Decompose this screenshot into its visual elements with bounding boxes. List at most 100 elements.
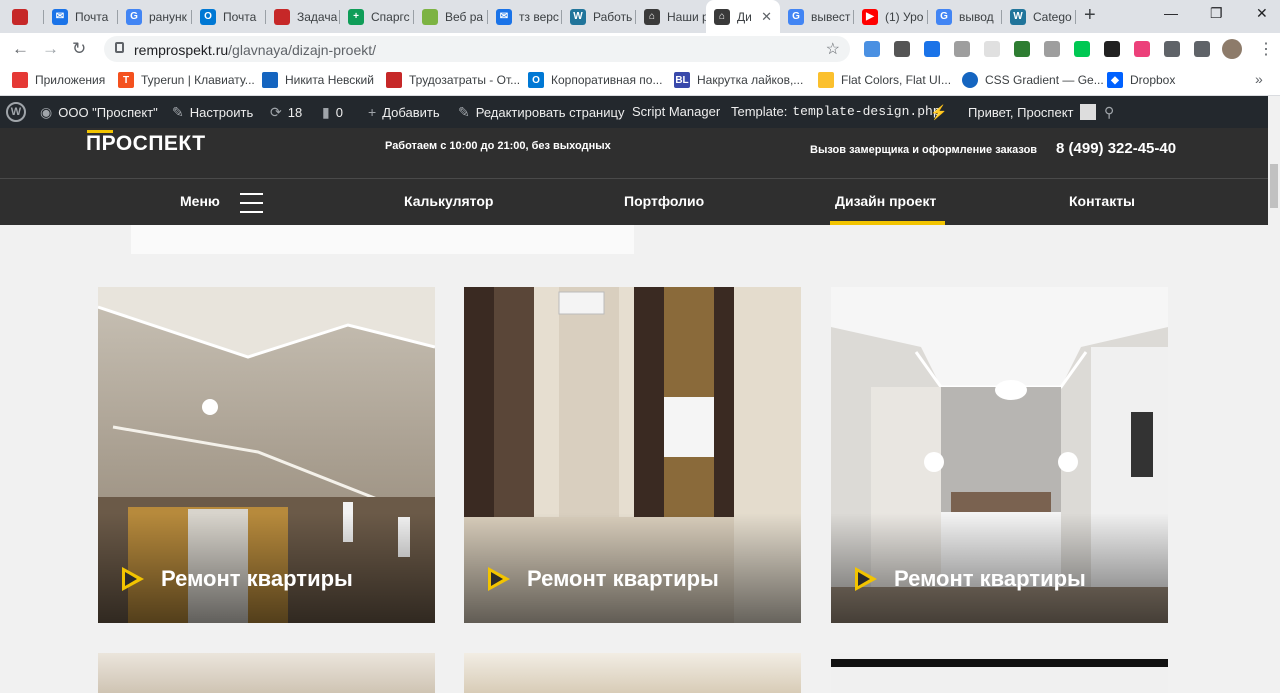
tab-label: Ди [737, 9, 752, 24]
tab-label: тз верс [519, 9, 559, 24]
outlook-icon: O [200, 8, 216, 25]
tab-3[interactable]: O Почта [192, 4, 266, 29]
nav-menu-label[interactable]: Меню [180, 193, 220, 209]
mail-icon: ✉ [52, 8, 68, 25]
nav-portfolio[interactable]: Портфолио [624, 193, 704, 209]
hamburger-icon[interactable] [240, 193, 263, 220]
page-scrollbar[interactable] [1268, 96, 1280, 693]
google-icon: G [788, 8, 804, 25]
back-arrow-icon[interactable]: ← [12, 39, 29, 59]
tab-label: ранунк [149, 9, 187, 24]
extension-grid-icon[interactable] [984, 41, 1000, 57]
forward-arrow-icon[interactable]: → [42, 39, 59, 59]
tab-1[interactable]: ✉ Почта [44, 4, 118, 29]
puzzle-icon[interactable] [1164, 41, 1180, 57]
nav-contacts[interactable]: Контакты [1069, 193, 1135, 209]
tab-4[interactable]: Задача [266, 4, 340, 29]
bookmark-trudozatraty[interactable]: Трудозатраты - От... [386, 72, 520, 88]
reload-icon[interactable]: ↻ [72, 39, 86, 59]
maximize-button[interactable]: ❐ [1210, 5, 1223, 22]
wp-add-new-link[interactable]: + Добавить [368, 104, 440, 120]
nav-calculator[interactable]: Калькулятор [404, 193, 493, 209]
wp-script-manager-link[interactable]: Script Manager [632, 104, 720, 119]
wp-comments-link[interactable]: ▮ 0 [322, 104, 343, 121]
typerun-icon: T [118, 72, 134, 88]
wp-script-manager-label: Script Manager [632, 104, 721, 119]
wp-template-info[interactable]: Template: template-design.php [731, 104, 941, 119]
wp-customize-link[interactable]: ✎ Настроить [172, 104, 253, 121]
wp-search-icon[interactable]: ⚲ [1104, 104, 1120, 121]
wp-edit-page-link[interactable]: ✎ Редактировать страницу [458, 104, 624, 121]
tab-5[interactable]: + Спаргс [340, 4, 414, 29]
tab-label: Задача [297, 9, 338, 24]
tab-active[interactable]: ⌂ Ди ✕ [706, 0, 780, 33]
tab-11[interactable]: Gвывест [780, 4, 854, 29]
minimize-button[interactable]: — [1164, 5, 1178, 21]
tab-14[interactable]: W Catego [1002, 4, 1076, 29]
tab-0[interactable] [4, 4, 44, 29]
cart-icon[interactable] [924, 41, 940, 57]
color-ext-icon[interactable] [1134, 41, 1150, 57]
extension-v-icon[interactable] [864, 41, 880, 57]
site-logo[interactable]: ПРОСПЕКТ [86, 130, 206, 156]
bookmark-nikita[interactable]: Никита Невский [262, 72, 374, 88]
wordpress-icon: W [570, 8, 586, 25]
header-line-cropped: — — — — — — — — — — — — — — — — — — [385, 128, 635, 132]
bookmark-flatcolors[interactable]: Flat Colors, Flat UI... [818, 72, 951, 88]
tab-9[interactable]: ⌂ Наши р [636, 4, 706, 29]
close-tab-icon[interactable]: ✕ [761, 9, 772, 25]
portfolio-card[interactable]: Ремонт квартиры [831, 287, 1168, 623]
bookmark-star-icon[interactable]: ☆ [826, 39, 840, 59]
profile-avatar[interactable] [1222, 39, 1242, 59]
tab-8[interactable]: W Работь [562, 4, 636, 29]
media-queue-icon[interactable] [1194, 41, 1210, 57]
ceiling-light-strip [831, 659, 1168, 667]
phone-number[interactable]: 8 (499) 322-45-40 [1056, 140, 1176, 157]
tab-label: Работь [593, 9, 633, 24]
address-bar[interactable]: remprospekt.ru/glavnaya/dizajn-proekt/ ☆ [104, 36, 850, 62]
bookmark-cssgradient[interactable]: CSS Gradient — Ge... [962, 72, 1104, 88]
updates-icon: ⟳ [270, 104, 282, 120]
wp-account-menu[interactable]: Привет, Проспект [968, 104, 1096, 120]
tab-label: (1) Уро [885, 9, 924, 24]
tab-6[interactable]: Веб ра [414, 4, 488, 29]
bookmark-apps[interactable]: Приложения [12, 72, 105, 88]
bookmark-label: CSS Gradient — Ge... [985, 73, 1104, 87]
extension-leaf-icon[interactable] [894, 41, 910, 57]
bookmark-corporate[interactable]: O Корпоративная по... [528, 72, 662, 88]
more-bookmarks-icon[interactable]: » [1255, 71, 1263, 87]
portfolio-card[interactable]: Ремонт квартиры [464, 287, 801, 623]
wordpress-logo-icon[interactable]: W [6, 102, 26, 122]
new-tab-button[interactable]: + [1084, 4, 1096, 27]
bookmark-typerun[interactable]: T Typerun | Клавиату... [118, 72, 255, 88]
portfolio-card-row2[interactable] [464, 653, 801, 693]
bookmark-likes[interactable]: BL Накрутка лайков,... [674, 72, 803, 88]
card-caption: Ремонт квартиры [122, 566, 353, 592]
portfolio-card-row2[interactable] [831, 653, 1168, 693]
portfolio-card[interactable]: Ремонт квартиры [98, 287, 435, 623]
play-arrow-icon [488, 567, 510, 591]
tab-12[interactable]: ▶ (1) Уро [854, 4, 928, 29]
wp-updates-link[interactable]: ⟳ 18 [270, 104, 302, 121]
refresh-ext-icon[interactable] [1074, 41, 1090, 57]
tab-7[interactable]: ✉ тз верс [488, 4, 562, 29]
scrollbar-thumb[interactable] [1270, 164, 1278, 208]
dropbox-icon: ◆ [1107, 72, 1123, 88]
portfolio-card-row2[interactable] [98, 653, 435, 693]
bookmark-label: Flat Colors, Flat UI... [841, 73, 952, 87]
wp-performance-icon[interactable]: ⚡ [930, 104, 953, 121]
menu-kebab-icon[interactable]: ⋮ [1258, 39, 1274, 59]
tab-label: Почта [75, 9, 109, 24]
extension-v2-icon[interactable] [954, 41, 970, 57]
evernote-icon[interactable] [1014, 41, 1030, 57]
close-window-button[interactable]: ✕ [1256, 5, 1268, 22]
wp-updates-count: 18 [287, 105, 303, 120]
cube-icon[interactable] [1104, 41, 1120, 57]
bookmark-dropbox[interactable]: ◆ Dropbox [1107, 72, 1175, 88]
tab-label: Наши р [667, 9, 706, 24]
tab-2[interactable]: Gранунк [118, 4, 192, 29]
tab-13[interactable]: Gвывод [928, 4, 1002, 29]
extension-person-icon[interactable] [1044, 41, 1060, 57]
nav-design-project[interactable]: Дизайн проект [835, 193, 936, 209]
wp-site-link[interactable]: ◉ ООО "Проспект" [40, 104, 158, 121]
